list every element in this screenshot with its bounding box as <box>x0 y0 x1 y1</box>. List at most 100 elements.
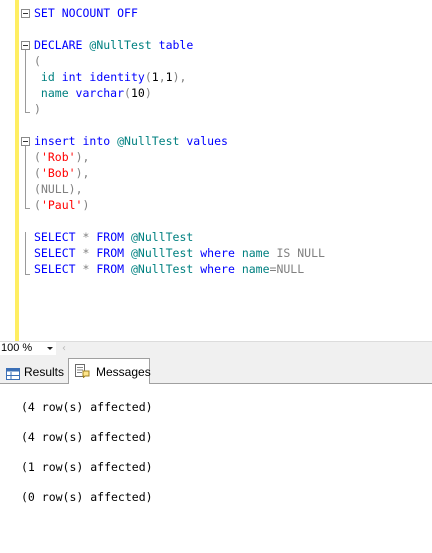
code-token: SELECT <box>34 230 76 244</box>
code-token: identity <box>89 70 145 84</box>
code-line: ('Bob'), <box>34 165 89 181</box>
code-token: values <box>186 134 228 148</box>
fold-guide-end <box>25 274 30 275</box>
code-token: ( <box>34 182 41 196</box>
zoom-value: 100 % <box>1 342 33 354</box>
results-tabstrip: Results Messages <box>0 356 432 385</box>
code-token: FROM <box>96 230 125 244</box>
scroll-left-icon[interactable]: ‹ <box>62 344 66 354</box>
code-token: @NullTest <box>89 38 152 52</box>
code-line: SELECT * FROM @NullTest <box>34 229 193 245</box>
code-token: @NullTest <box>131 262 194 276</box>
collapse-region-toggle[interactable] <box>21 137 30 146</box>
messages-icon <box>74 364 90 379</box>
code-token: @NullTest <box>131 246 194 260</box>
code-token: FROM <box>96 246 125 260</box>
collapse-region-toggle[interactable] <box>21 9 30 18</box>
code-line: name varchar(10) <box>34 85 152 101</box>
editor-status-strip: 100 % ‹ <box>0 341 432 356</box>
code-token: , <box>158 70 166 84</box>
code-token: ( <box>34 198 41 212</box>
code-line: ) <box>34 101 41 117</box>
fold-guide-line <box>25 50 26 113</box>
tab-results-label: Results <box>24 365 65 379</box>
change-tracking-margin <box>15 0 19 341</box>
code-token: FROM <box>96 262 125 276</box>
code-token: 'Bob' <box>40 166 76 180</box>
code-token: 'Rob' <box>40 150 76 164</box>
code-token: @NullTest <box>117 134 180 148</box>
fold-guide-end <box>25 112 30 113</box>
grid-icon <box>6 366 20 380</box>
messages-pane[interactable]: (4 row(s) affected) (4 row(s) affected) … <box>0 384 432 553</box>
message-line: (0 row(s) affected) <box>21 490 153 504</box>
code-line: insert into @NullTest values <box>34 133 228 149</box>
code-token: SELECT <box>34 246 76 260</box>
code-token: where <box>200 262 235 276</box>
code-token: OFF <box>117 6 138 20</box>
code-token: ), <box>172 70 187 84</box>
chevron-down-icon <box>47 347 53 350</box>
code-token: table <box>158 38 194 52</box>
collapse-region-toggle[interactable] <box>21 41 30 50</box>
sql-editor[interactable]: SET NOCOUNT OFF DECLARE @NullTest table( … <box>0 0 432 341</box>
code-token: ( <box>34 54 41 68</box>
code-token: @NullTest <box>131 230 194 244</box>
code-line: ('Rob'), <box>34 149 89 165</box>
tab-messages[interactable]: Messages <box>68 358 151 385</box>
tab-messages-label: Messages <box>96 365 151 379</box>
code-token: where <box>200 246 235 260</box>
code-token: NULL <box>276 262 305 276</box>
code-token: ( <box>34 166 41 180</box>
code-token: ( <box>124 86 131 100</box>
code-line: SELECT * FROM @NullTest where name IS NU… <box>34 245 325 261</box>
code-token: ( <box>34 150 41 164</box>
code-token: NULL <box>40 182 69 196</box>
code-line: SELECT * FROM @NullTest where name=NULL <box>34 261 304 277</box>
code-token: DECLARE <box>34 38 83 52</box>
code-line: ('Paul') <box>34 197 89 213</box>
fold-guide-line <box>25 232 26 275</box>
code-token: insert <box>34 134 76 148</box>
code-line: id int identity(1,1), <box>34 69 187 85</box>
code-line: (NULL), <box>34 181 83 197</box>
code-token: NOCOUNT <box>61 6 111 20</box>
code-token: 1 <box>151 70 159 84</box>
code-token: id <box>34 70 62 84</box>
code-token: name <box>241 262 270 276</box>
code-token: 1 <box>165 70 173 84</box>
code-token: NULL <box>297 246 325 260</box>
message-line: (4 row(s) affected) <box>21 400 153 414</box>
code-token: ) <box>34 102 41 116</box>
code-token: ( <box>144 70 152 84</box>
code-token: SET <box>34 6 55 20</box>
code-token: name <box>34 86 76 100</box>
code-line: DECLARE @NullTest table <box>34 37 193 53</box>
message-line: (4 row(s) affected) <box>21 430 153 444</box>
code-token: into <box>82 134 111 148</box>
code-token: ), <box>68 182 83 196</box>
code-token: 'Paul' <box>40 198 83 212</box>
code-token: SELECT <box>34 262 76 276</box>
code-token: int <box>61 70 83 84</box>
code-token: varchar <box>75 86 125 100</box>
code-token: name <box>241 246 270 260</box>
code-token: ) <box>144 86 152 100</box>
code-line: ( <box>34 53 41 69</box>
tab-results[interactable]: Results <box>2 362 65 384</box>
code-token: 10 <box>130 86 145 100</box>
code-token: ), <box>75 150 90 164</box>
code-token: ), <box>75 166 90 180</box>
fold-guide-end <box>25 208 30 209</box>
code-token: ) <box>82 198 90 212</box>
zoom-dropdown[interactable]: 100 % <box>0 342 56 355</box>
code-token: IS <box>276 246 291 260</box>
fold-guide-line <box>25 146 26 209</box>
